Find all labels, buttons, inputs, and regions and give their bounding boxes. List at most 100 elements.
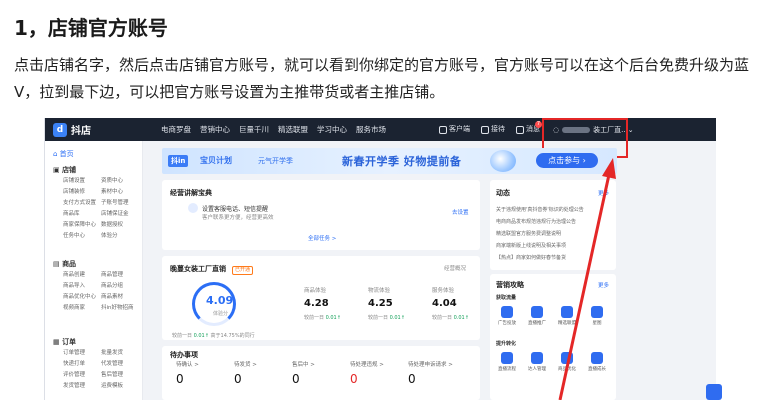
sidebar-goods-items: 商品创建 商品管理 商品导入 商品分组 商品优化中心 商品素材 视频商家 抖in… [63, 271, 139, 312]
logo[interactable]: d 抖店 [53, 121, 91, 138]
strategy-more-link[interactable]: 更多 [598, 281, 609, 289]
tool-ads[interactable]: 广告投放 [496, 306, 518, 326]
sidebar-item[interactable]: 商品创建 [63, 271, 101, 279]
tool-creator[interactable]: 达人管理 [526, 352, 548, 372]
sidebar-item[interactable]: 发货管理 [63, 382, 101, 390]
sidebar-item[interactable]: 数据授权 [101, 221, 139, 229]
news-title: 动态 [496, 189, 510, 197]
sidebar-item[interactable]: 视频商家 [63, 304, 101, 312]
nav-item-marketing[interactable]: 营销中心 [200, 118, 230, 141]
all-tasks-link[interactable]: 全部任务 > [308, 234, 336, 242]
tool-alliance[interactable]: 精选联盟 [556, 306, 578, 326]
metric-compare-label: 较前一日 [304, 315, 325, 321]
sidebar-item[interactable]: 素材中心 [101, 188, 139, 196]
news-item[interactable]: 商家端新版上线说明及相关事项 [496, 242, 566, 249]
sidebar-section-label: 商品 [62, 260, 77, 268]
guide-card: 经营讲解宝典 设置客服电话、短信提醒 客户联系更方便，经营更高效 去设置 全部任… [162, 180, 480, 250]
sidebar-item[interactable]: 商家保障中心 [63, 221, 101, 229]
sidebar-item[interactable]: 商品管理 [101, 271, 139, 279]
news-card: 动态 更多 关于违规使用'真抖音券'标识的处理公告 电商商品发布规范违规行为治理… [490, 180, 616, 270]
join-button[interactable]: 点击参与 › [536, 153, 598, 168]
sidebar-item[interactable]: 评价管理 [63, 371, 101, 379]
client-button[interactable]: 客户端 [439, 118, 470, 141]
sidebar-item[interactable]: 支付方式设置 [63, 199, 101, 207]
sidebar-section-orders[interactable]: ▦ 订单 [53, 337, 76, 347]
tool-label: 星图 [592, 321, 602, 326]
news-item[interactable]: 关于违规使用'真抖音券'标识的处理公告 [496, 206, 584, 213]
todo-item[interactable]: 待确认 > 0 [176, 360, 199, 386]
sidebar-item[interactable]: 抖in好物招商 [101, 304, 139, 312]
chevron-down-icon: ⌄ [627, 126, 634, 134]
creator-icon [531, 352, 543, 364]
sidebar-section-goods[interactable]: ▤ 商品 [53, 259, 76, 269]
service-button[interactable]: 接待 [481, 118, 505, 141]
arrow-up-icon: ↑ [400, 315, 405, 321]
todo-item[interactable]: 待发货 > 0 [234, 360, 257, 386]
join-button-label: 点击参与 [548, 156, 581, 165]
news-item[interactable]: 【热点】商家如何做好春节备货 [496, 254, 566, 261]
guide-line2: 客户联系更方便，经营更高效 [202, 215, 274, 221]
todo-item[interactable]: 待处理申诉请求 > 0 [408, 360, 453, 386]
metric-compare-label: 较前一日 [368, 315, 389, 321]
guide-title: 经营讲解宝典 [170, 189, 212, 197]
news-item[interactable]: 精选联盟官方服务费调整说明 [496, 230, 561, 237]
tool-xingtu[interactable]: 星图 [586, 306, 608, 326]
guide-line1: 设置客服电话、短信提醒 [202, 206, 269, 213]
sidebar-item[interactable]: 店铺装修 [63, 188, 101, 196]
order-icon: ▦ [53, 338, 63, 346]
nav-item-learning[interactable]: 学习中心 [317, 118, 347, 141]
sidebar-item[interactable]: 售后管理 [101, 371, 139, 379]
sidebar-item[interactable]: 订单管理 [63, 349, 101, 357]
sidebar-item[interactable]: 商品导入 [63, 282, 101, 290]
sidebar-item[interactable]: 子账号管理 [101, 199, 139, 207]
tool-live-flow[interactable]: 直播流程 [496, 352, 518, 372]
todo-item[interactable]: 售后中 > 0 [292, 360, 315, 386]
nav-item-market[interactable]: 服务市场 [356, 118, 386, 141]
guide-setting-button[interactable]: 去设置 [452, 208, 469, 216]
sidebar-item[interactable]: 运费模板 [101, 382, 139, 390]
tool-live-promo[interactable]: 直播推广 [526, 306, 548, 326]
shop-overview-link[interactable]: 经营概况 [444, 264, 466, 272]
tool-goods-opt[interactable]: 商品优化 [556, 352, 578, 372]
nav-item-alliance[interactable]: 精选联盟 [278, 118, 308, 141]
shop-name[interactable]: 晚蔓女装工厂直销 [170, 264, 226, 274]
nav-item-compass[interactable]: 电商罗盘 [161, 118, 191, 141]
todo-title: 待办事项 [170, 351, 198, 359]
strategy-section-conversion: 提升转化 [496, 341, 517, 347]
sidebar-item[interactable]: 店铺保证金 [101, 210, 139, 218]
sidebar-item[interactable]: 商品库 [63, 210, 101, 218]
tool-live-growth[interactable]: 直播成长 [586, 352, 608, 372]
banner-tag: 抖in [168, 155, 189, 167]
sidebar-item[interactable]: 快递打单 [63, 360, 101, 368]
sidebar-item[interactable]: 商品优化中心 [63, 293, 101, 301]
promo-banner[interactable]: 抖in 宝贝计划 元气开学季 新春开学季 好物提前备 点击参与 › [162, 148, 617, 174]
nav-item-qianchuan[interactable]: 巨量千川 [239, 118, 269, 141]
ads-icon [501, 306, 513, 318]
todo-item[interactable]: 待处理违规 > 0 [350, 360, 384, 386]
tool-label: 广告投放 [498, 321, 516, 326]
tool-label: 达人管理 [528, 367, 546, 372]
monitor-icon [439, 125, 447, 134]
live-promo-icon [531, 306, 543, 318]
sidebar-item[interactable]: 批量发货 [101, 349, 139, 357]
metric-compare: 较前一日 0.01↑ [368, 314, 405, 321]
sidebar-section-shop[interactable]: ▣ 店铺 [53, 165, 76, 175]
phone-icon [188, 203, 198, 213]
todo-value: 0 [350, 372, 358, 386]
alliance-icon [561, 306, 573, 318]
sidebar-item[interactable]: 体验分 [101, 232, 139, 240]
sidebar-item[interactable]: 商品分组 [101, 282, 139, 290]
sidebar-item[interactable]: 资质中心 [101, 177, 139, 185]
sidebar-item[interactable]: 代发管理 [101, 360, 139, 368]
service-label: 接待 [491, 125, 505, 133]
sidebar-item[interactable]: 商品素材 [101, 293, 139, 301]
metric-value: 4.25 [368, 298, 393, 309]
sidebar-item-home[interactable]: ⌂ 首页 [53, 149, 74, 159]
metric-label: 物流体验 [368, 288, 391, 294]
floating-help-icon[interactable] [706, 384, 722, 400]
news-item[interactable]: 电商商品发布规范违规行为治理公告 [496, 218, 576, 225]
sidebar-item[interactable]: 店铺设置 [63, 177, 101, 185]
sidebar-item[interactable]: 任务中心 [63, 232, 101, 240]
strategy-card: 营销攻略 更多 获取流量 广告投放 直播推广 精选联盟 星图 提升转化 直播流程… [490, 274, 616, 400]
news-more-link[interactable]: 更多 [598, 189, 609, 197]
